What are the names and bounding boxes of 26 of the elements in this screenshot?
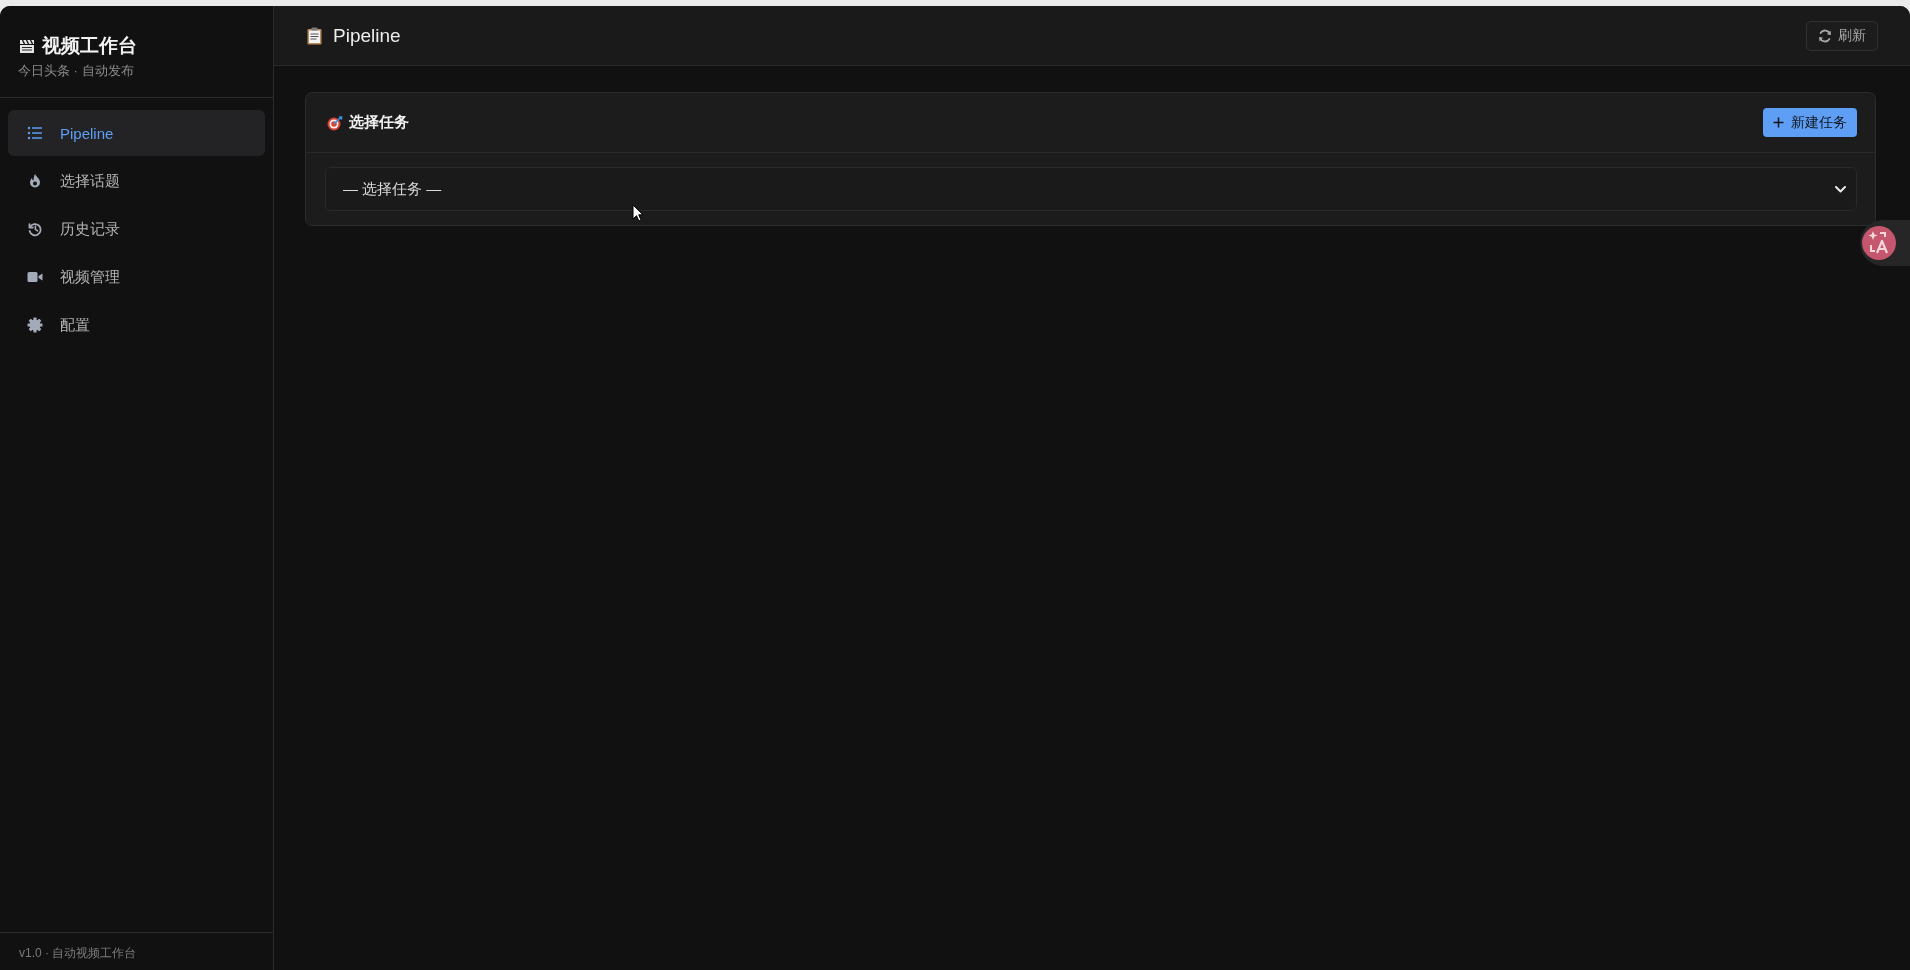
nav-item[interactable]: 选择话题 <box>8 158 265 204</box>
app-title: 视频工作台 <box>42 35 137 57</box>
refresh-icon <box>1818 28 1832 43</box>
new-task-button[interactable]: 新建任务 <box>1763 108 1857 137</box>
clapperboard-icon <box>19 38 35 54</box>
nav-item[interactable]: 历史记录 <box>8 206 265 252</box>
app-subtitle: 今日头条 · 自动发布 <box>18 63 135 79</box>
clipboard-icon <box>307 26 322 45</box>
video-camera-icon <box>27 269 43 285</box>
list-icon <box>27 125 43 141</box>
nav-item[interactable]: 视频管理 <box>8 254 265 300</box>
flame-icon <box>27 173 43 189</box>
page-title: Pipeline <box>333 23 401 48</box>
nav-item[interactable]: Pipeline <box>8 110 265 156</box>
plus-icon <box>1773 117 1784 128</box>
card-title: 选择任务 <box>349 113 409 132</box>
refresh-button[interactable]: 刷新 <box>1806 20 1878 51</box>
chevron-down-icon <box>1835 185 1846 193</box>
target-icon <box>327 114 343 131</box>
mouse-pointer-icon <box>632 204 644 222</box>
translate-icon[interactable] <box>1860 220 1910 266</box>
gear-icon <box>27 317 43 333</box>
nav-item[interactable]: 配置 <box>8 302 265 348</box>
history-icon <box>27 221 43 237</box>
version-text: v1.0 · 自动视频工作台 <box>19 946 137 960</box>
task-select[interactable]: — 选择任务 — <box>325 167 1857 211</box>
